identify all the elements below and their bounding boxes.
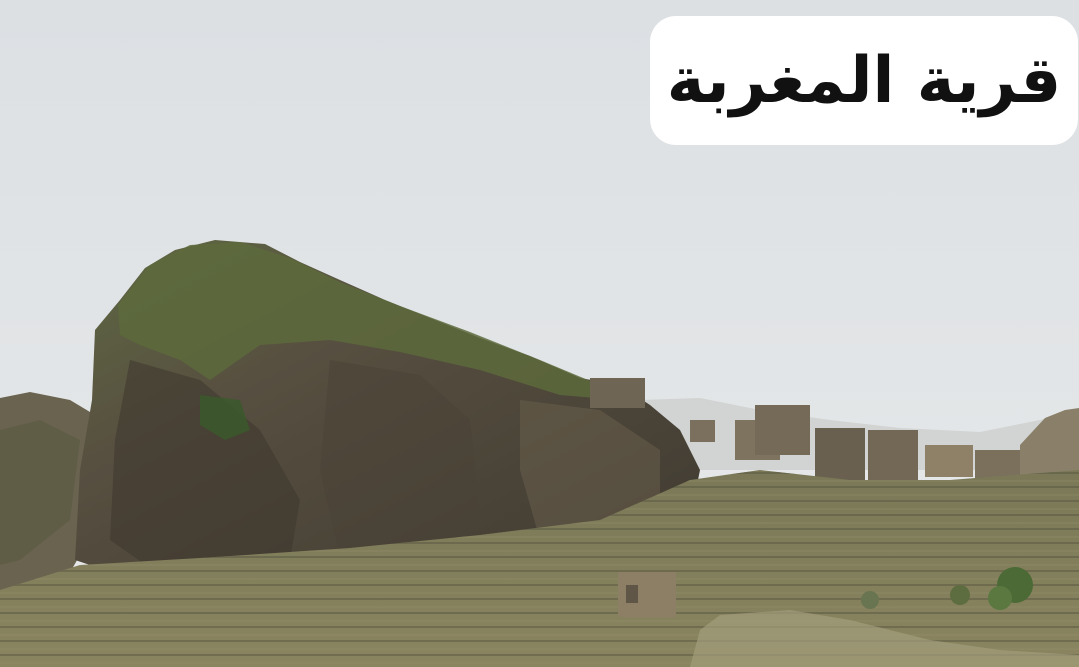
photo-scene: قرية المغربة [0, 0, 1079, 667]
caption-text: قرية المغربة [666, 43, 1062, 118]
caption-box: قرية المغربة [650, 16, 1078, 145]
